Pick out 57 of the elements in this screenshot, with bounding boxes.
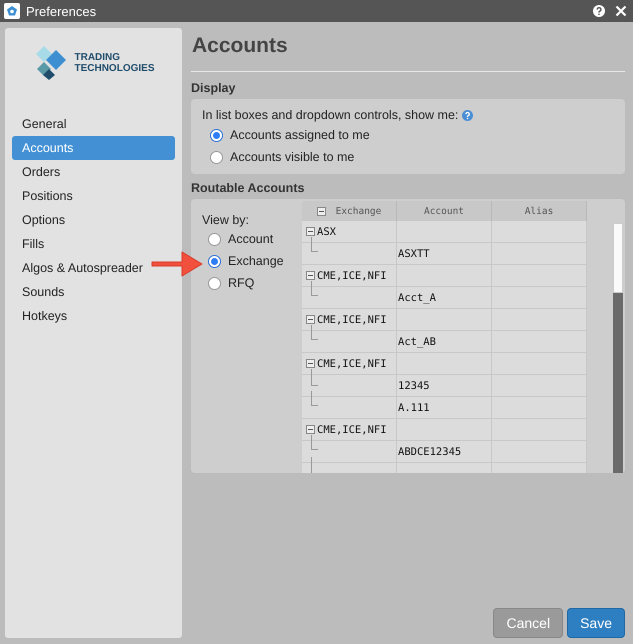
collapse-icon[interactable]: [306, 271, 315, 280]
tree-line: [311, 237, 318, 252]
radio-label: Exchange: [228, 254, 284, 268]
page-title: Accounts: [191, 33, 289, 59]
radio-button[interactable]: [210, 128, 223, 142]
collapse-icon[interactable]: [306, 315, 315, 324]
sidebar-item[interactable]: Orders: [12, 160, 175, 184]
collapse-icon[interactable]: [316, 206, 326, 216]
help-icon[interactable]: [462, 110, 474, 120]
radio-button[interactable]: [208, 254, 221, 268]
table-cell: ASXTT: [397, 243, 492, 265]
radio-label: Accounts visible to me: [230, 150, 354, 164]
radio-button[interactable]: [208, 232, 221, 246]
sidebar-item[interactable]: Algos & Autospreader: [12, 256, 175, 280]
view-by-label: View by:: [202, 213, 250, 227]
help-icon[interactable]: [593, 5, 605, 17]
table-cell: Act_AB: [397, 331, 492, 353]
radio-label: Accounts assigned to me: [230, 128, 370, 142]
sidebar-item[interactable]: Positions: [12, 184, 175, 208]
tree-line: [311, 391, 318, 406]
scrollbar[interactable]: [613, 223, 623, 473]
table-cell: ASX: [302, 221, 397, 243]
radio-button[interactable]: [208, 276, 221, 290]
column-header[interactable]: Account: [397, 201, 492, 221]
app-icon: [4, 3, 20, 19]
column-header[interactable]: Exchange: [302, 201, 397, 221]
collapse-icon[interactable]: [306, 359, 315, 368]
tree-line: [311, 435, 318, 450]
table-cell: CME,ICE,NFI: [302, 265, 397, 287]
collapse-icon[interactable]: [306, 227, 315, 236]
sidebar-item[interactable]: Hotkeys: [12, 304, 175, 328]
tree-line: [311, 325, 318, 340]
save-button[interactable]: Save: [567, 608, 625, 638]
tree-line: [311, 281, 318, 296]
sidebar-item[interactable]: Sounds: [12, 280, 175, 304]
radio-button[interactable]: [210, 150, 223, 164]
table-cell: Acct_A: [397, 287, 492, 309]
sidebar-item[interactable]: Options: [12, 208, 175, 232]
table-cell: CME,ICE,NFI: [302, 309, 397, 331]
table-cell: CME,ICE,NFI: [302, 353, 397, 375]
radio-label: Account: [228, 232, 274, 246]
sidebar-item[interactable]: Fills: [12, 232, 175, 256]
section-heading: Routable Accounts: [191, 181, 306, 195]
close-icon[interactable]: [615, 5, 627, 17]
logo-text: TRADING TECHNOLOGIES: [74, 52, 154, 74]
table-cell: CME,ICE,NFI: [302, 419, 397, 441]
radio-label: RFQ: [228, 276, 254, 290]
window-title: Preferences: [26, 4, 96, 18]
collapse-icon[interactable]: [306, 425, 315, 434]
column-header[interactable]: Alias: [492, 201, 587, 221]
prompt-text: In list boxes and dropdown controls, show me:: [202, 108, 458, 122]
sidebar-item[interactable]: General: [12, 112, 175, 136]
table-cell: A.111: [397, 397, 492, 419]
tree-line: [311, 369, 318, 386]
table-cell: ABDCE12345: [397, 441, 492, 463]
table-cell: 12345: [397, 375, 492, 397]
section-heading: Display: [191, 81, 236, 95]
